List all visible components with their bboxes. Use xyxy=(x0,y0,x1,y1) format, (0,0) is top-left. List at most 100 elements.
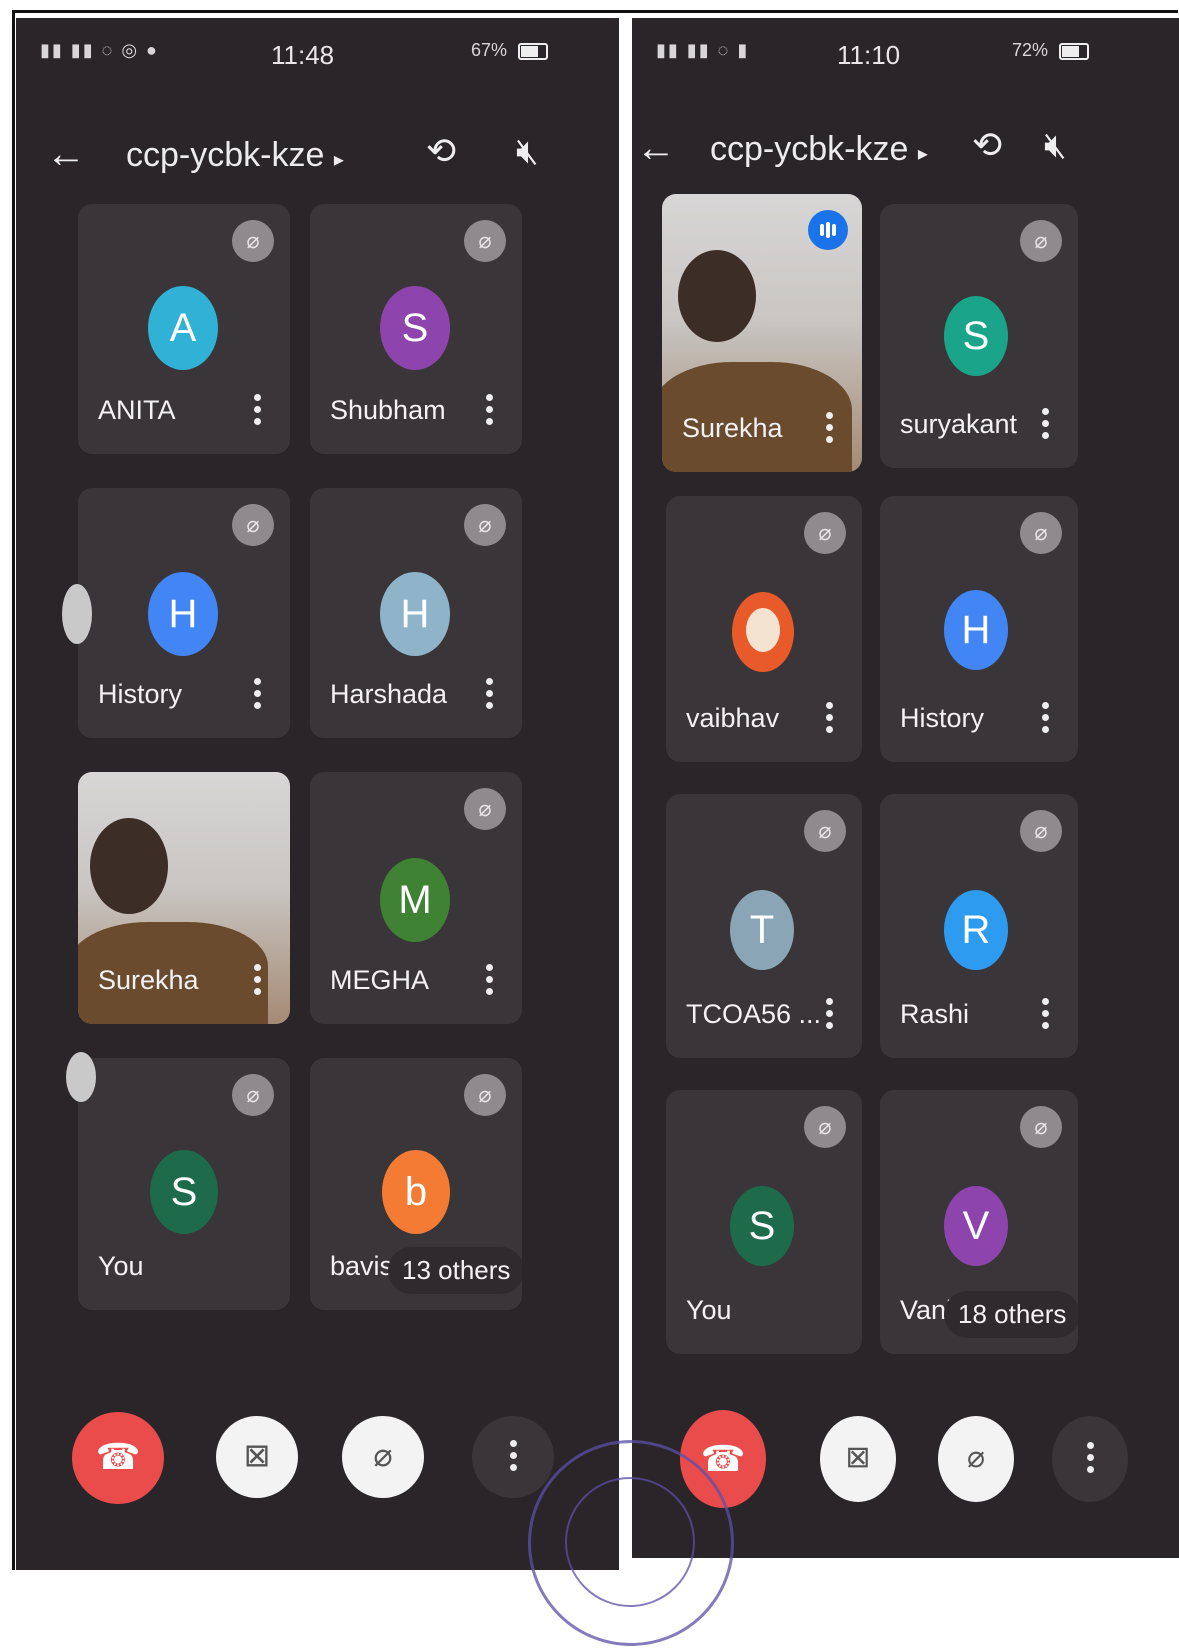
meeting-code[interactable]: ccp-ycbk-kze ▸ xyxy=(710,130,928,169)
mic-off-icon: ⌀ xyxy=(232,1074,274,1116)
participant-tile[interactable]: ⌀ A ANITA xyxy=(78,204,290,454)
participant-name: History xyxy=(900,703,985,733)
status-time: 11:10 xyxy=(837,40,901,70)
participant-name: You xyxy=(98,1251,144,1281)
chevron-right-icon: ▸ xyxy=(917,143,928,165)
mic-off-icon: ⌀ xyxy=(804,512,846,554)
meeting-header: ← ccp-ycbk-kze ▸ ⟲ 🔇︎ xyxy=(16,118,619,198)
avatar: A xyxy=(148,286,218,370)
battery-percent: 67% xyxy=(471,40,508,60)
more-vertical-icon[interactable] xyxy=(254,394,261,430)
more-vertical-icon xyxy=(1052,1416,1128,1473)
camera-toggle-button[interactable]: ⊠ xyxy=(820,1416,896,1502)
battery-status: 67% xyxy=(471,40,549,61)
more-vertical-icon[interactable] xyxy=(1042,702,1049,738)
participant-name: You xyxy=(686,1295,732,1325)
participant-name: Harshada xyxy=(330,679,448,709)
avatar: S xyxy=(380,286,450,370)
mic-off-icon: ⌀ xyxy=(1020,810,1062,852)
switch-camera-icon[interactable]: ⟲ xyxy=(426,130,456,172)
avatar: M xyxy=(380,858,450,942)
participant-tile[interactable]: ⌀ S suryakant xyxy=(880,204,1078,468)
participant-tile[interactable]: ⌀ H History xyxy=(78,488,290,738)
participant-tile[interactable]: ⌀ S Shubham xyxy=(310,204,522,454)
participant-tile[interactable]: ⌀ M MEGHA xyxy=(310,772,522,1024)
switch-camera-icon[interactable]: ⟲ xyxy=(972,124,1002,166)
participant-name: vaibhav xyxy=(686,703,780,733)
participant-video-tile[interactable]: Surekha xyxy=(78,772,290,1024)
more-vertical-icon[interactable] xyxy=(826,702,833,738)
mic-off-icon: ⌀ xyxy=(1020,1106,1062,1148)
mic-off-icon: ⌀ xyxy=(232,220,274,262)
participant-tile[interactable]: ⌀ H Harshada xyxy=(310,488,522,738)
others-count-pill[interactable]: 18 others xyxy=(944,1291,1078,1338)
speaker-off-icon[interactable]: 🔇︎ xyxy=(1044,124,1067,167)
mic-off-icon: ⌀ xyxy=(464,220,506,262)
others-count-pill[interactable]: 13 others xyxy=(388,1247,522,1294)
mic-off-icon: ⌀ xyxy=(373,1437,393,1473)
participant-name: bavis xyxy=(330,1251,394,1281)
more-vertical-icon[interactable] xyxy=(254,964,261,1000)
participant-tile[interactable]: ⌀ T TCOA56 ... xyxy=(666,794,862,1058)
side-handle xyxy=(66,1052,96,1102)
participant-video-tile[interactable]: Surekha xyxy=(662,194,862,472)
more-vertical-icon[interactable] xyxy=(486,678,493,714)
participant-name: History xyxy=(98,679,183,709)
end-call-button[interactable]: ☎ xyxy=(72,1412,164,1504)
speaker-off-icon[interactable]: 🔇︎ xyxy=(516,130,539,173)
mic-off-icon: ⌀ xyxy=(464,1074,506,1116)
participant-tile[interactable]: ⌀ R Rashi xyxy=(880,794,1078,1058)
camera-toggle-button[interactable]: ⊠ xyxy=(216,1416,298,1498)
mic-toggle-button[interactable]: ⌀ xyxy=(342,1416,424,1498)
institution-seal xyxy=(528,1440,734,1646)
mic-off-icon: ⌀ xyxy=(966,1441,986,1474)
meeting-header: ← ccp-ycbk-kze ▸ ⟲ 🔇︎ xyxy=(632,112,1179,192)
more-options-button[interactable] xyxy=(472,1416,554,1498)
battery-icon xyxy=(1059,42,1090,60)
avatar-face xyxy=(746,608,780,652)
mic-off-icon: ⌀ xyxy=(1020,512,1062,554)
status-bar: ▮▮ ▮▮ ◌ ◎ ● 11:48 67% xyxy=(16,18,619,78)
network-icons: ▮▮ ▮▮ ◌ ◎ ● xyxy=(40,40,159,60)
avatar: H xyxy=(944,590,1008,670)
participant-video-person xyxy=(90,818,168,914)
more-vertical-icon[interactable] xyxy=(486,964,493,1000)
participant-tile[interactable]: ⌀ H History xyxy=(880,496,1078,762)
back-arrow-icon[interactable]: ← xyxy=(46,132,86,177)
camera-off-icon: ⊠ xyxy=(845,1441,871,1474)
more-vertical-icon[interactable] xyxy=(1042,408,1049,444)
mic-off-icon: ⌀ xyxy=(804,1106,846,1148)
chevron-right-icon: ▸ xyxy=(333,149,344,171)
avatar: T xyxy=(730,890,794,970)
back-arrow-icon[interactable]: ← xyxy=(636,126,676,171)
avatar-image xyxy=(732,592,794,672)
status-time: 11:48 xyxy=(271,40,335,70)
participant-tile[interactable]: ⌀ b bavis 13 others xyxy=(310,1058,522,1310)
mic-off-icon: ⌀ xyxy=(1020,220,1062,262)
participant-tile[interactable]: ⌀ V Vanit 18 others xyxy=(880,1090,1078,1354)
participant-video-person xyxy=(678,250,756,342)
participant-name: ANITA xyxy=(98,395,176,425)
more-vertical-icon[interactable] xyxy=(254,678,261,714)
more-vertical-icon[interactable] xyxy=(486,394,493,430)
meeting-code-text: ccp-ycbk-kze xyxy=(126,136,325,174)
participant-tile[interactable]: ⌀ S You xyxy=(78,1058,290,1310)
more-options-button[interactable] xyxy=(1052,1416,1128,1502)
participant-tile[interactable]: ⌀ S You xyxy=(666,1090,862,1354)
more-vertical-icon[interactable] xyxy=(826,998,833,1034)
more-vertical-icon[interactable] xyxy=(1042,998,1049,1034)
participant-name: suryakant xyxy=(900,409,1018,439)
participant-name: MEGHA xyxy=(330,965,430,995)
network-icons: ▮▮ ▮▮ ◌ ▮ xyxy=(656,40,750,60)
mic-toggle-button[interactable]: ⌀ xyxy=(938,1416,1014,1502)
meeting-code-text: ccp-ycbk-kze xyxy=(710,130,909,168)
avatar: S xyxy=(730,1186,794,1266)
mic-off-icon: ⌀ xyxy=(464,504,506,546)
more-vertical-icon[interactable] xyxy=(826,412,833,448)
avatar: b xyxy=(382,1150,450,1234)
mic-off-icon: ⌀ xyxy=(464,788,506,830)
avatar: S xyxy=(944,296,1008,376)
participant-tile[interactable]: ⌀ vaibhav xyxy=(666,496,862,762)
meeting-code[interactable]: ccp-ycbk-kze ▸ xyxy=(126,136,344,175)
status-bar: ▮▮ ▮▮ ◌ ▮ 11:10 72% xyxy=(632,18,1179,78)
